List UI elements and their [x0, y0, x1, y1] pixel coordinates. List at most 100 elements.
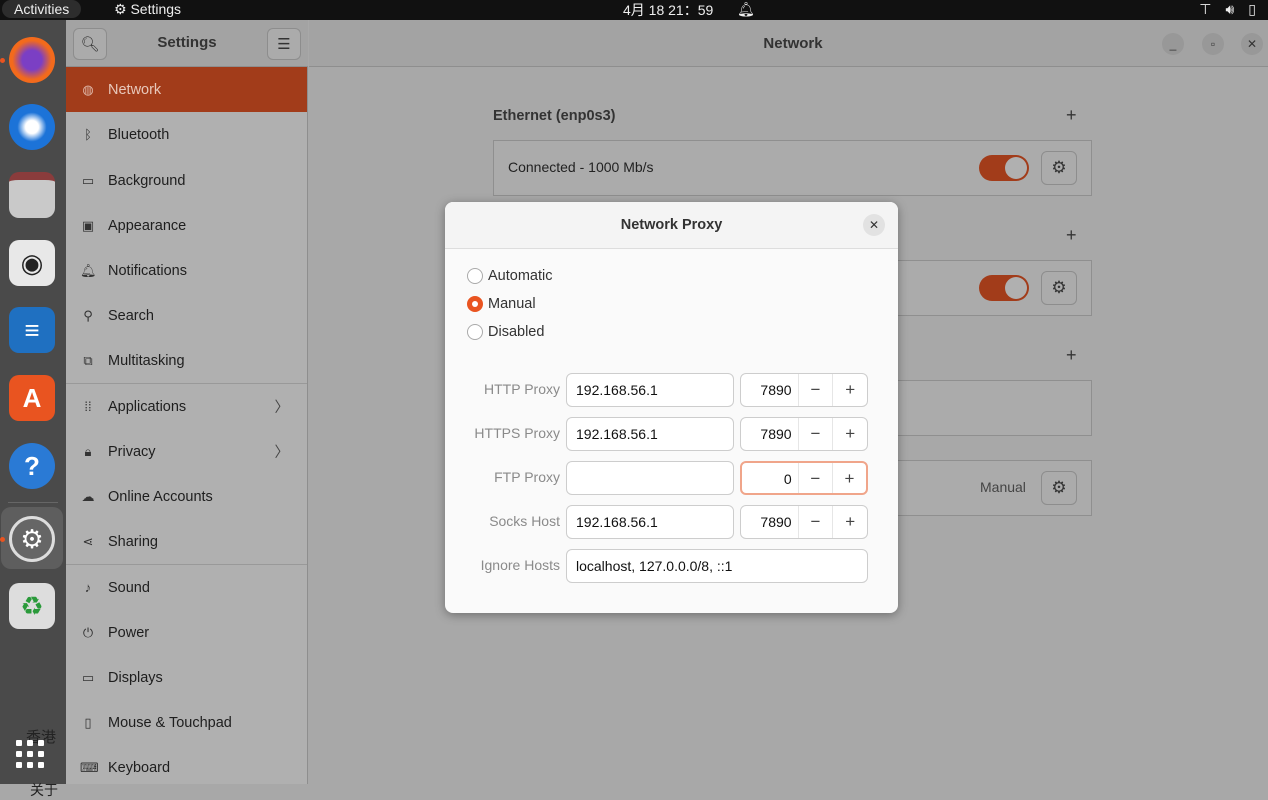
- sidebar-item-displays[interactable]: ▭ Displays: [66, 655, 307, 700]
- sidebar-item-sound[interactable]: ♪ Sound: [66, 565, 307, 610]
- sidebar-item-online-accounts[interactable]: ☁ Online Accounts: [66, 474, 307, 519]
- port-value[interactable]: 7890: [741, 506, 798, 538]
- increment-button[interactable]: +: [832, 506, 867, 538]
- ftp-proxy-label: FTP Proxy: [494, 469, 560, 485]
- sidebar-item-network[interactable]: ◍ Network: [66, 67, 307, 112]
- trash-icon[interactable]: ♻: [9, 583, 55, 629]
- radio-automatic[interactable]: Automatic: [467, 268, 552, 284]
- http-proxy-port-stepper[interactable]: 7890 − +: [740, 373, 868, 407]
- sidebar-item-label: Online Accounts: [108, 488, 213, 505]
- increment-button[interactable]: +: [832, 374, 867, 406]
- software-icon[interactable]: A: [9, 375, 55, 421]
- ethernet-settings-button[interactable]: ⚙: [1041, 151, 1077, 185]
- sidebar-item-mouse-touchpad[interactable]: ▯ Mouse & Touchpad: [66, 700, 307, 745]
- clock[interactable]: 4月 18 21：59: [623, 0, 713, 20]
- maximize-button[interactable]: ▫: [1202, 33, 1224, 55]
- sidebar-item-search[interactable]: ⚲ Search: [66, 293, 307, 338]
- sidebar-item-power[interactable]: ⏻ Power: [66, 610, 307, 655]
- decrement-button[interactable]: −: [797, 506, 833, 538]
- sidebar-item-label: Mouse & Touchpad: [108, 714, 232, 731]
- radio-button[interactable]: [467, 296, 483, 312]
- sidebar-item-label: Multitasking: [108, 352, 185, 369]
- http-proxy-host-input[interactable]: 192.168.56.1: [566, 373, 734, 407]
- ftp-proxy-host-input[interactable]: [566, 461, 734, 495]
- ethernet-toggle[interactable]: [979, 155, 1029, 181]
- port-value[interactable]: 0: [742, 463, 798, 493]
- sidebar-item-label: Power: [108, 624, 150, 641]
- activities-button[interactable]: Activities: [2, 0, 82, 18]
- proxy-settings-button[interactable]: ⚙: [1041, 471, 1077, 505]
- dock: ◉ ≡ A ? ⚙ ♻ 香港 关于: [0, 20, 66, 798]
- music-icon: ♪: [84, 580, 92, 595]
- socks-host-host-input[interactable]: 192.168.56.1: [566, 505, 734, 539]
- thunderbird-icon[interactable]: [9, 104, 55, 150]
- gear-icon: ⚙: [1051, 158, 1067, 177]
- sidebar-separator: [66, 383, 307, 384]
- sidebar-item-privacy[interactable]: 🔒︎ Privacy 〉: [66, 429, 307, 474]
- rhythmbox-icon[interactable]: ◉: [9, 240, 55, 286]
- port-value[interactable]: 7890: [741, 418, 798, 450]
- dialog-title: Network Proxy: [620, 217, 723, 233]
- dialog-close-button[interactable]: ✕: [863, 214, 885, 236]
- sidebar-item-keyboard[interactable]: ⌨ Keyboard: [66, 745, 307, 790]
- https-proxy-host-input[interactable]: 192.168.56.1: [566, 417, 734, 451]
- sidebar-item-bluetooth[interactable]: ᛒ Bluetooth: [66, 112, 307, 157]
- decrement-button[interactable]: −: [797, 418, 833, 450]
- increment-button[interactable]: +: [832, 418, 867, 450]
- writer-icon[interactable]: ≡: [9, 307, 55, 353]
- sidebar: ◍ Network ᛒ Bluetooth ▭ Background ▣ Appearance…: [66, 67, 308, 784]
- sidebar-item-label: Applications: [108, 398, 187, 415]
- sidebar-item-label: Network: [108, 81, 162, 98]
- firefox-icon[interactable]: [9, 37, 55, 83]
- search-icon: ⚲: [83, 307, 93, 323]
- sidebar-item-label: Bluetooth: [108, 126, 170, 143]
- increment-button[interactable]: +: [831, 463, 866, 493]
- ethernet-status: Connected - 1000 Mb/s: [508, 159, 654, 175]
- bluetooth-icon: ᛒ: [84, 127, 92, 142]
- help-icon[interactable]: ?: [9, 443, 55, 489]
- show-apps-icon[interactable]: [16, 740, 44, 768]
- https-proxy-port-stepper[interactable]: 7890 − +: [740, 417, 868, 451]
- sidebar-item-sharing[interactable]: ⋖ Sharing: [66, 519, 307, 564]
- sidebar-separator: [66, 564, 307, 565]
- ignore-hosts-input[interactable]: localhost, 127.0.0.0/8, ::1: [566, 549, 868, 583]
- network-icon: ⊤: [1199, 1, 1212, 17]
- minimize-button[interactable]: _: [1162, 33, 1184, 55]
- cloud-icon: ☁: [81, 488, 95, 504]
- add-button[interactable]: +: [1066, 225, 1077, 246]
- menu-button[interactable]: ☰: [267, 28, 301, 60]
- add-vpn-button[interactable]: +: [1066, 345, 1077, 366]
- radio-button[interactable]: [467, 324, 483, 340]
- radio-manual[interactable]: Manual: [467, 296, 536, 312]
- connection-settings-button[interactable]: ⚙: [1041, 271, 1077, 305]
- keyboard-icon: ⌨: [80, 759, 99, 775]
- port-value[interactable]: 7890: [741, 374, 798, 406]
- https-proxy-label: HTTPS Proxy: [474, 425, 560, 441]
- app-menu[interactable]: ⚙ Settings: [114, 0, 181, 18]
- close-button[interactable]: ✕: [1241, 33, 1263, 55]
- sidebar-item-background[interactable]: ▭ Background: [66, 158, 307, 203]
- sidebar-item-multitasking[interactable]: ⧉ Multitasking: [66, 338, 307, 383]
- decrement-button[interactable]: −: [797, 463, 832, 493]
- decrement-button[interactable]: −: [797, 374, 833, 406]
- sidebar-item-label: Search: [108, 307, 154, 324]
- radio-disabled[interactable]: Disabled: [467, 324, 544, 340]
- page-title: Network: [763, 35, 823, 52]
- radio-label: Disabled: [488, 324, 545, 340]
- radio-label: Manual: [488, 296, 536, 312]
- files-icon[interactable]: [9, 172, 55, 218]
- sidebar-item-appearance[interactable]: ▣ Appearance: [66, 203, 307, 248]
- system-tray[interactable]: ⊤ 🔊︎ ▯: [1199, 0, 1256, 18]
- socks-host-port-stepper[interactable]: 7890 − +: [740, 505, 868, 539]
- grid-icon: ⁞⁞: [84, 399, 92, 414]
- radio-button[interactable]: [467, 268, 483, 284]
- connection-toggle[interactable]: [979, 275, 1029, 301]
- add-ethernet-button[interactable]: +: [1066, 105, 1077, 126]
- sidebar-item-applications[interactable]: ⁞⁞ Applications 〉: [66, 384, 307, 429]
- ftp-proxy-port-stepper[interactable]: 0 − +: [740, 461, 868, 495]
- share-icon: ⋖: [82, 533, 94, 549]
- multitasking-icon: ⧉: [83, 352, 93, 368]
- settings-icon[interactable]: ⚙: [9, 516, 55, 562]
- sidebar-item-notifications[interactable]: 🔔︎ Notifications: [66, 248, 307, 293]
- ethernet-header: Ethernet (enp0s3): [493, 108, 616, 124]
